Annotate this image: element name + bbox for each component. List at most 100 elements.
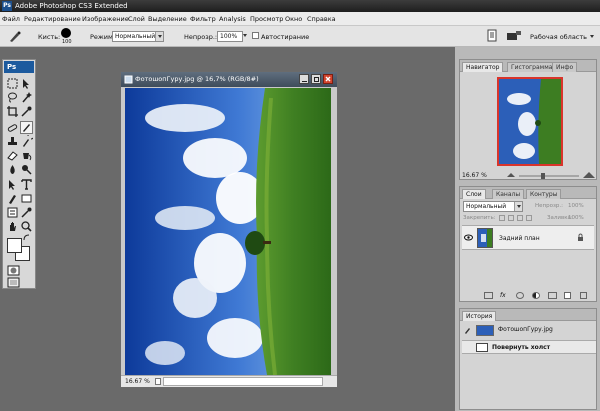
- layers-panel: Слои Каналы Контуры Нормальный Непрозр.:…: [459, 186, 597, 302]
- opacity-field[interactable]: 100%: [217, 31, 243, 42]
- lock-transparency-icon[interactable]: [499, 215, 505, 221]
- delete-layer-icon[interactable]: [580, 292, 587, 299]
- workspace-icon[interactable]: [506, 30, 522, 42]
- layer-style-icon[interactable]: fx: [500, 291, 506, 300]
- hand-icon[interactable]: [6, 220, 19, 233]
- type-icon[interactable]: [20, 178, 33, 191]
- zoom-icon[interactable]: [20, 220, 33, 233]
- menu-layer[interactable]: Слой: [128, 14, 145, 24]
- brush-size: 100: [62, 39, 72, 45]
- navigator-thumbnail[interactable]: [497, 77, 563, 166]
- menu-select[interactable]: Выделение: [148, 14, 187, 24]
- tab-paths[interactable]: Контуры: [526, 189, 562, 199]
- maximize-icon: [314, 77, 319, 82]
- canvas-image: [125, 88, 331, 375]
- document-icon[interactable]: [486, 29, 498, 43]
- airbrush-checkbox[interactable]: [252, 32, 259, 39]
- close-button[interactable]: [323, 74, 333, 84]
- swap-colors-icon[interactable]: [23, 234, 31, 242]
- tab-history[interactable]: История: [462, 311, 497, 321]
- foreground-color-swatch[interactable]: [7, 238, 22, 253]
- tab-layers[interactable]: Слои: [462, 189, 486, 199]
- eyedropper-icon[interactable]: [20, 105, 33, 118]
- title-bar: Ps Adobe Photoshop CS3 Extended: [0, 0, 600, 12]
- history-panel: История ФотошопГуру.jpg Повернуть холст: [459, 308, 597, 410]
- blend-mode-dropdown[interactable]: Нормальный: [463, 201, 523, 212]
- screen-mode-icon[interactable]: [7, 276, 20, 289]
- menu-analysis[interactable]: Analysis: [219, 14, 246, 24]
- layers-tabs: Слои Каналы Контуры: [460, 187, 596, 199]
- workspace-chevron-icon[interactable]: [590, 35, 594, 38]
- options-bar: Кисть: 100 Режим: Нормальный Непрозр.: 1…: [0, 26, 600, 47]
- lock-label: Закрепить:: [463, 215, 496, 221]
- menu-filter[interactable]: Фильтр: [190, 14, 216, 24]
- menu-file[interactable]: Файл: [2, 14, 20, 24]
- eyedropper-alt-icon[interactable]: [20, 206, 33, 219]
- menu-bar: Файл Редактирование Изображение Слой Выд…: [0, 12, 600, 26]
- lock-all-icon[interactable]: [526, 215, 532, 221]
- workspace-label[interactable]: Рабочая область: [530, 32, 587, 42]
- pen-icon[interactable]: [6, 192, 19, 205]
- lasso-icon[interactable]: [6, 91, 19, 104]
- tab-histogram[interactable]: Гистограмма: [507, 62, 557, 72]
- layer-mask-icon[interactable]: [516, 292, 524, 299]
- horizontal-scrollbar[interactable]: [163, 377, 323, 386]
- tab-navigator[interactable]: Навигатор: [462, 62, 504, 72]
- shape-icon[interactable]: [20, 192, 33, 205]
- clone-stamp-icon[interactable]: [6, 135, 19, 148]
- layer-opacity-value[interactable]: 100%: [568, 202, 584, 211]
- dodge-icon[interactable]: [20, 163, 33, 176]
- toolbox-logo: Ps: [4, 61, 34, 73]
- healing-icon[interactable]: [6, 121, 19, 134]
- path-select-icon[interactable]: [6, 178, 19, 191]
- history-brush-icon[interactable]: [20, 135, 33, 148]
- lock-pixels-icon[interactable]: [508, 215, 514, 221]
- move-icon[interactable]: [20, 77, 33, 90]
- new-group-icon[interactable]: [548, 292, 557, 299]
- history-tabs: История: [460, 309, 596, 321]
- navigator-zoom-slider[interactable]: [505, 171, 595, 180]
- blur-icon[interactable]: [6, 163, 19, 176]
- document-icon-small: [124, 75, 133, 84]
- tab-info[interactable]: Инфо: [552, 62, 578, 72]
- menu-help[interactable]: Справка: [307, 14, 336, 24]
- fill-value[interactable]: 100%: [568, 214, 584, 223]
- status-info-button[interactable]: [155, 378, 161, 385]
- magic-wand-icon[interactable]: [20, 91, 33, 104]
- adjustment-layer-icon[interactable]: [532, 292, 540, 299]
- brush-icon[interactable]: [8, 30, 22, 43]
- layer-name[interactable]: Задний план: [499, 234, 540, 243]
- tab-channels[interactable]: Каналы: [492, 189, 525, 199]
- menu-view[interactable]: Просмотр: [250, 14, 283, 24]
- eraser-icon[interactable]: [6, 149, 19, 162]
- minimize-button[interactable]: [299, 74, 309, 84]
- opacity-arrow-icon[interactable]: [243, 34, 247, 37]
- crop-icon[interactable]: [6, 105, 19, 118]
- new-layer-icon[interactable]: [564, 292, 571, 299]
- menu-window[interactable]: Окно: [285, 14, 302, 24]
- window-title: Adobe Photoshop CS3 Extended: [15, 2, 128, 10]
- chevron-down-icon: [155, 32, 163, 41]
- snapshot-thumbnail: [476, 325, 494, 336]
- navigator-zoom[interactable]: 16.67 %: [462, 171, 487, 180]
- minimize-icon: [302, 81, 307, 82]
- document-canvas[interactable]: [125, 88, 331, 375]
- mode-dropdown[interactable]: Нормальный: [112, 31, 164, 42]
- history-brush-source-icon[interactable]: [464, 326, 472, 334]
- gradient-icon[interactable]: [20, 149, 33, 162]
- menu-image[interactable]: Изображение: [82, 14, 129, 24]
- layer-row[interactable]: Задний план: [462, 225, 594, 250]
- notes-icon[interactable]: [6, 206, 19, 219]
- maximize-button[interactable]: [311, 74, 321, 84]
- menu-edit[interactable]: Редактирование: [24, 14, 81, 24]
- zoom-level[interactable]: 16.67 %: [125, 377, 150, 387]
- blend-chevron-icon: [514, 202, 522, 211]
- link-layers-icon[interactable]: [484, 292, 493, 299]
- layer-opacity-label: Непрозр.:: [535, 203, 563, 209]
- eye-icon[interactable]: [464, 234, 473, 241]
- history-snapshot-row[interactable]: ФотошопГуру.jpg: [462, 323, 596, 337]
- marquee-icon[interactable]: [6, 77, 19, 90]
- lock-position-icon[interactable]: [517, 215, 523, 221]
- brush-tool-icon[interactable]: [20, 121, 33, 134]
- history-step-row[interactable]: Повернуть холст: [462, 340, 596, 354]
